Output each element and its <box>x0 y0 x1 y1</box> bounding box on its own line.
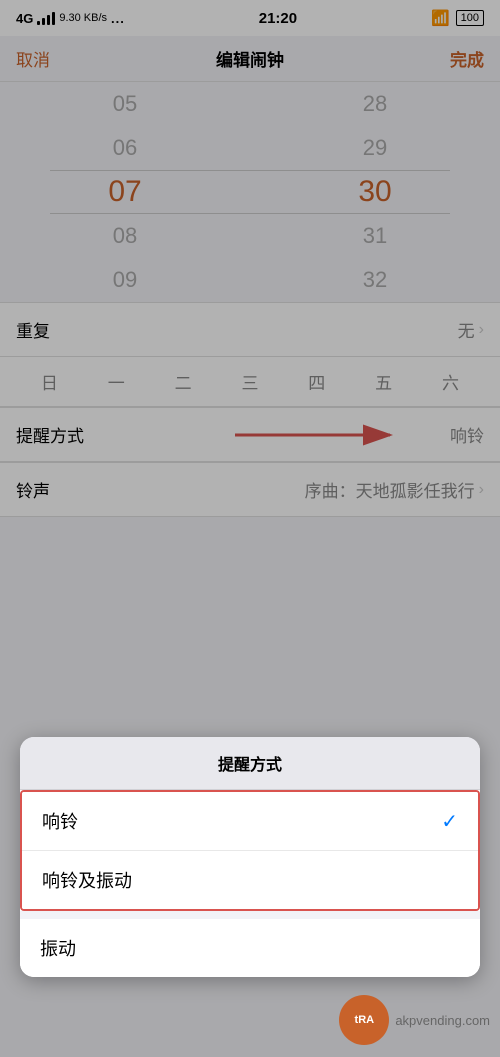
selected-options-group: 响铃 ✓ 响铃及振动 <box>20 790 480 911</box>
watermark-site-text: akpvending.com <box>395 1013 490 1028</box>
modal-title: 提醒方式 <box>218 757 282 774</box>
option-ring-vibrate-label: 响铃及振动 <box>42 867 132 893</box>
modal-body: 响铃 ✓ 响铃及振动 振动 <box>20 790 480 977</box>
option-ring-vibrate[interactable]: 响铃及振动 <box>22 851 478 909</box>
option-vibrate[interactable]: 振动 <box>20 919 480 977</box>
modal-header: 提醒方式 <box>20 737 480 790</box>
option-vibrate-label: 振动 <box>40 935 76 961</box>
reminder-mode-modal: 提醒方式 响铃 ✓ 响铃及振动 振动 <box>20 737 480 977</box>
watermark-logo: tRA <box>339 995 389 1045</box>
option-ring-label: 响铃 <box>42 808 78 834</box>
modal-overlay[interactable]: 提醒方式 响铃 ✓ 响铃及振动 振动 <box>0 0 500 1057</box>
checkmark-icon: ✓ <box>441 809 458 834</box>
option-ring[interactable]: 响铃 ✓ <box>22 792 478 851</box>
watermark: tRA akpvending.com <box>339 995 490 1045</box>
watermark-logo-text: tRA <box>355 1014 375 1026</box>
modal-divider <box>20 911 480 919</box>
